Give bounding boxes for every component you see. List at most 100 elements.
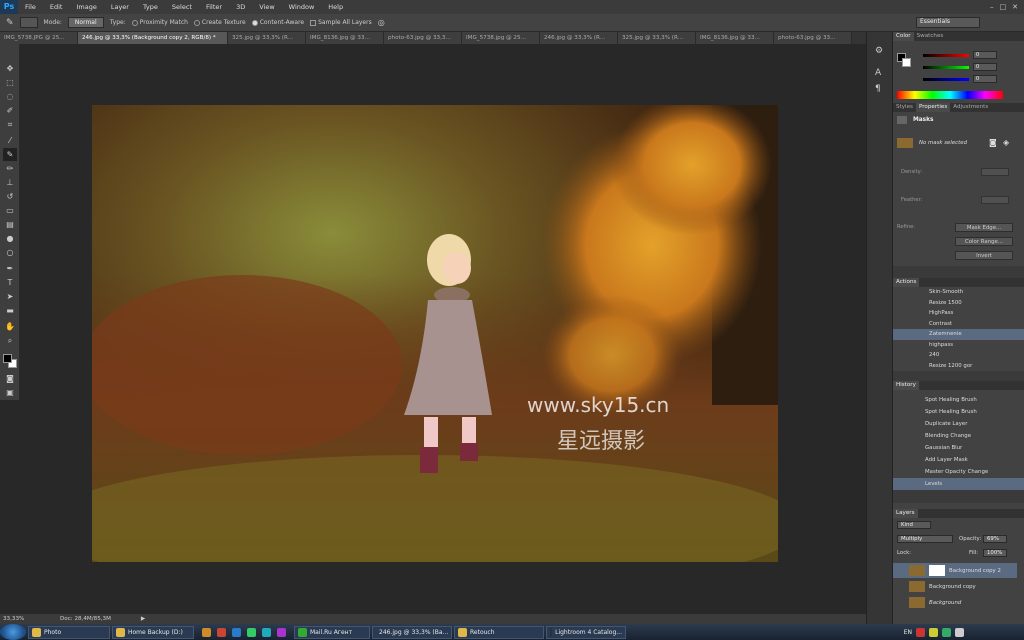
layer-kind-filter[interactable]: Kind <box>897 521 931 529</box>
crop-tool-icon[interactable]: ⌗ <box>3 118 17 131</box>
create-texture-radio[interactable]: Create Texture <box>193 19 246 26</box>
foreground-color-swatch[interactable] <box>3 354 12 363</box>
pressure-icon[interactable]: ◎ <box>378 18 385 27</box>
history-brush-tool-icon[interactable]: ↺ <box>3 190 17 203</box>
proximity-match-radio[interactable]: Proximity Match <box>131 19 188 26</box>
action-item[interactable]: highpass <box>893 340 1024 351</box>
doc-tab[interactable]: IMG_8136.jpg @ 33... <box>306 32 384 44</box>
history-step[interactable]: Duplicate Layer <box>893 418 1024 430</box>
action-item[interactable]: Skin-Smooth <box>893 287 1024 298</box>
hand-tool-icon[interactable]: ✋ <box>3 320 17 333</box>
brush-tool-icon[interactable]: ✏ <box>3 162 17 175</box>
history-step-selected[interactable]: Levels <box>893 478 1024 490</box>
menu-window[interactable]: Window <box>282 3 322 11</box>
blue-slider[interactable] <box>923 78 969 81</box>
blue-value-field[interactable]: 0 <box>973 75 997 83</box>
workspace-select[interactable]: Essentials <box>916 17 980 28</box>
doc-tab[interactable]: photo-63.jpg @ 33... <box>774 32 852 44</box>
density-field[interactable] <box>981 168 1009 176</box>
taskbar-photoshop-doc[interactable]: 246.jpg @ 33,3% (Ba... <box>372 625 452 639</box>
doc-tab[interactable]: IMG_5738.JPG @ 25... <box>0 32 78 44</box>
menu-image[interactable]: Image <box>69 3 103 11</box>
paragraph-panel-icon[interactable]: ¶ <box>875 84 881 94</box>
mask-edge-button[interactable]: Mask Edge... <box>955 223 1013 232</box>
start-button[interactable] <box>0 624 26 640</box>
healing-brush-tool-icon[interactable]: ✎ <box>3 148 17 161</box>
history-panel-icon[interactable]: ⚙ <box>875 46 883 56</box>
quick-select-tool-icon[interactable]: ✐ <box>3 104 17 117</box>
screen-mode-icon[interactable]: ▣ <box>3 386 17 399</box>
action-item[interactable]: Contrast <box>893 319 1024 330</box>
invert-button[interactable]: Invert <box>955 251 1013 260</box>
history-step[interactable]: Spot Healing Brush <box>893 394 1024 406</box>
gradient-tool-icon[interactable]: ▤ <box>3 218 17 231</box>
fill-field[interactable]: 100% <box>983 549 1007 557</box>
tab-properties[interactable]: Properties <box>915 103 951 112</box>
healing-brush-tool-icon[interactable]: ✎ <box>6 18 14 28</box>
menu-select[interactable]: Select <box>165 3 199 11</box>
brush-preset-picker[interactable] <box>19 17 38 28</box>
move-tool-icon[interactable]: ✥ <box>3 62 17 75</box>
shape-tool-icon[interactable]: ▬ <box>3 304 17 317</box>
blend-mode-select[interactable]: Multiply <box>897 535 953 543</box>
history-step[interactable]: Blending Change <box>893 430 1024 442</box>
green-slider[interactable] <box>923 66 969 69</box>
zoom-tool-icon[interactable]: ⌕ <box>3 334 17 347</box>
pen-tool-icon[interactable]: ✒ <box>3 262 17 275</box>
taskbar-home-backup[interactable]: Home Backup (D:) <box>112 625 194 639</box>
add-pixel-mask-icon[interactable]: ◙ <box>989 138 997 147</box>
tab-layers[interactable]: Layers <box>893 509 918 518</box>
dodge-tool-icon[interactable]: ○ <box>3 246 17 259</box>
clone-stamp-tool-icon[interactable]: ⊥ <box>3 176 17 189</box>
history-step[interactable]: Gaussian Blur <box>893 442 1024 454</box>
menu-edit[interactable]: Edit <box>43 3 70 11</box>
content-aware-radio[interactable]: Content-Aware <box>251 19 304 26</box>
taskbar-photo[interactable]: Photo <box>28 625 110 639</box>
doc-tab[interactable]: 325.jpg @ 33,3% (R... <box>618 32 696 44</box>
red-slider[interactable] <box>923 54 969 57</box>
bg-color-chip[interactable] <box>902 58 911 67</box>
marquee-tool-icon[interactable]: ⬚ <box>3 76 17 89</box>
doc-tab[interactable]: photo-63.jpg @ 33,3... <box>384 32 462 44</box>
action-item[interactable]: Resize 1200 gor <box>893 361 1024 372</box>
doc-size[interactable]: Doc: 28,4M/85,3M <box>40 616 111 622</box>
eraser-tool-icon[interactable]: ▭ <box>3 204 17 217</box>
history-step[interactable]: Add Layer Mask <box>893 454 1024 466</box>
maximize-icon[interactable]: □ <box>1000 3 1007 11</box>
menu-filter[interactable]: Filter <box>199 3 229 11</box>
menu-type[interactable]: Type <box>136 3 165 11</box>
doc-tab[interactable]: IMG_5738.jpg @ 25... <box>462 32 540 44</box>
layer-row[interactable]: Background <box>893 595 1017 610</box>
eyedropper-tool-icon[interactable]: ⁄ <box>3 134 17 147</box>
red-value-field[interactable]: 0 <box>973 51 997 59</box>
doc-tab-active[interactable]: 246.jpg @ 33,3% (Background copy 2, RGB/… <box>78 32 228 44</box>
zoom-level[interactable]: 33,33% <box>0 616 40 622</box>
green-value-field[interactable]: 0 <box>973 63 997 71</box>
path-select-tool-icon[interactable]: ➤ <box>3 290 17 303</box>
mode-select[interactable]: Normal <box>67 17 104 28</box>
taskbar-retouch[interactable]: Retouch <box>454 625 544 639</box>
menu-file[interactable]: File <box>18 3 43 11</box>
blur-tool-icon[interactable]: ● <box>3 232 17 245</box>
taskbar-mail-agent[interactable]: Mail.Ru Агент <box>294 625 370 639</box>
quick-launch-icons[interactable] <box>202 627 286 637</box>
history-step[interactable]: Master Opacity Change <box>893 466 1024 478</box>
taskbar-lightroom[interactable]: Lightroom 4 Catalog... <box>546 625 626 639</box>
color-spectrum-bar[interactable] <box>897 91 1003 99</box>
opacity-field[interactable]: 69% <box>983 535 1007 543</box>
action-item[interactable]: HighPass <box>893 308 1024 319</box>
minimize-icon[interactable]: – <box>990 3 994 11</box>
layer-row[interactable]: Background copy <box>893 579 1017 594</box>
lasso-tool-icon[interactable]: ◌ <box>3 90 17 103</box>
menu-view[interactable]: View <box>252 3 281 11</box>
action-item[interactable]: 240 <box>893 350 1024 361</box>
tab-history[interactable]: History <box>893 381 919 390</box>
tab-color[interactable]: Color <box>893 32 914 41</box>
action-item-selected[interactable]: Zatemnenie <box>893 329 1024 340</box>
menu-help[interactable]: Help <box>321 3 350 11</box>
color-range-button[interactable]: Color Range... <box>955 237 1013 246</box>
menu-layer[interactable]: Layer <box>104 3 136 11</box>
character-panel-icon[interactable]: A <box>875 68 881 78</box>
tab-styles[interactable]: Styles <box>893 103 916 112</box>
close-icon[interactable]: ✕ <box>1012 3 1018 11</box>
